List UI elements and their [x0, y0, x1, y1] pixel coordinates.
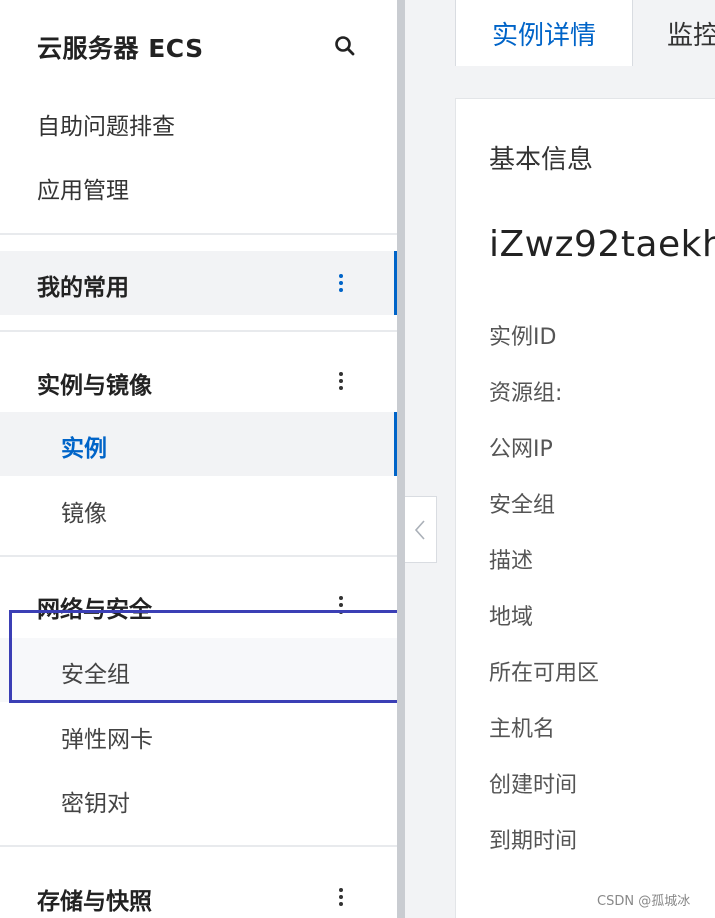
search-icon[interactable]	[334, 35, 356, 57]
sidebar-group-storage-snapshots[interactable]: 存储与快照	[0, 865, 397, 918]
sidebar-item-label: 实例	[61, 436, 107, 462]
field-label-expiry-time: 到期时间	[489, 829, 578, 854]
sidebar-link-app-management[interactable]: 应用管理	[37, 171, 129, 205]
more-vertical-icon[interactable]	[334, 271, 348, 295]
group-label: 我的常用	[37, 275, 129, 301]
sidebar-item-security-groups[interactable]: 安全组	[0, 638, 397, 702]
sidebar-collapse-button[interactable]	[405, 496, 437, 563]
group-label: 实例与镜像	[37, 373, 152, 399]
tab-monitoring[interactable]: 监控	[633, 0, 715, 66]
sidebar-link-troubleshoot[interactable]: 自助问题排查	[37, 107, 175, 141]
basic-info-card: 基本信息 iZwz92taekhv 实例ID 资源组: 公网IP 安全组 描述 …	[455, 98, 715, 918]
sidebar-item-images[interactable]: 镜像	[0, 477, 397, 541]
tab-instance-details[interactable]: 实例详情	[455, 0, 633, 66]
sidebar-item-label: 密钥对	[61, 791, 130, 817]
sidebar-group-instances-images[interactable]: 实例与镜像	[0, 349, 397, 413]
sidebar-item-label: 镜像	[61, 501, 107, 527]
divider	[0, 233, 397, 235]
sidebar-item-instances[interactable]: 实例	[0, 412, 397, 476]
card-title: 基本信息	[489, 145, 594, 175]
field-label-public-ip: 公网IP	[489, 437, 553, 462]
sidebar-resize-gutter[interactable]	[397, 0, 405, 918]
field-label-zone: 所在可用区	[489, 661, 600, 686]
group-label: 网络与安全	[37, 597, 152, 623]
sidebar-item-network-interfaces[interactable]: 弹性网卡	[0, 703, 397, 767]
divider	[0, 555, 397, 557]
field-label-created-time: 创建时间	[489, 773, 578, 798]
divider	[0, 845, 397, 847]
sidebar-item-label: 安全组	[61, 662, 130, 688]
sidebar: 云服务器 ECS 自助问题排查 应用管理 我的常用 实例与镜像 实例 镜像 网络…	[0, 0, 397, 918]
field-label-description: 描述	[489, 549, 534, 574]
sidebar-item-key-pairs[interactable]: 密钥对	[0, 767, 397, 831]
instance-name: iZwz92taekhv	[489, 224, 715, 265]
sidebar-group-network-security[interactable]: 网络与安全	[0, 573, 397, 637]
field-label-instance-id: 实例ID	[489, 325, 557, 350]
product-title: 云服务器 ECS	[37, 34, 204, 63]
divider	[0, 330, 397, 332]
sidebar-item-label: 弹性网卡	[61, 727, 153, 753]
sidebar-group-favorites[interactable]: 我的常用	[0, 251, 397, 315]
chevron-left-icon	[414, 520, 425, 540]
more-vertical-icon[interactable]	[334, 369, 348, 393]
detail-tabs: 实例详情 监控	[455, 0, 715, 66]
more-vertical-icon[interactable]	[334, 593, 348, 617]
field-label-region: 地域	[489, 605, 534, 630]
group-label: 存储与快照	[37, 889, 152, 915]
field-label-hostname: 主机名	[489, 717, 556, 742]
field-label-security-group: 安全组	[489, 493, 556, 518]
watermark: CSDN @孤城冰	[597, 894, 691, 909]
more-vertical-icon[interactable]	[334, 885, 348, 909]
sidebar-header: 云服务器 ECS	[0, 0, 397, 92]
field-label-resource-group: 资源组:	[489, 381, 563, 406]
